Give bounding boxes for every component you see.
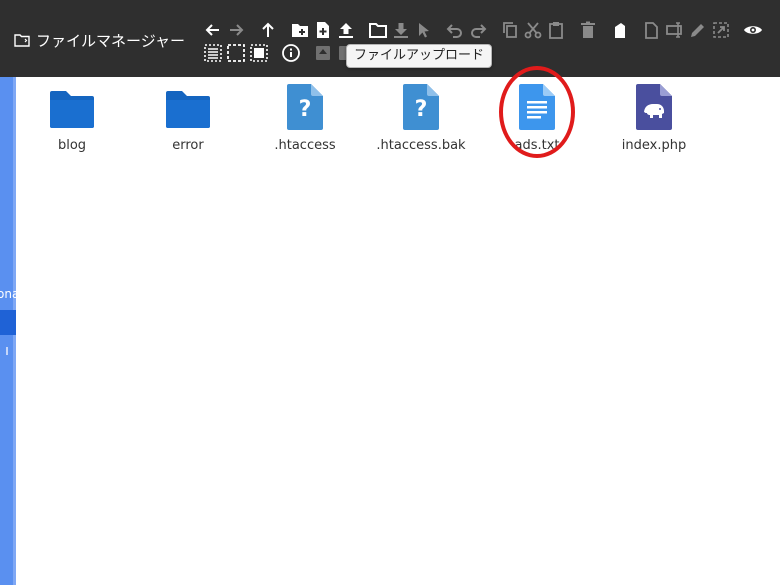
arrow-left-icon[interactable]	[203, 20, 223, 40]
select-none-icon[interactable]	[226, 43, 246, 63]
pencil-icon[interactable]	[688, 20, 708, 40]
file-name: index.php	[621, 138, 687, 153]
arrow-up-icon[interactable]	[258, 20, 278, 40]
php-file-icon	[636, 80, 672, 130]
toolbar: ファイルマネージャー ファイルアップロード	[0, 0, 780, 77]
app-title: ファイルマネージャー	[14, 29, 185, 51]
arrow-right-icon[interactable]	[226, 20, 246, 40]
upload-tooltip: ファイルアップロード	[346, 44, 493, 68]
scissors-icon[interactable]	[523, 20, 543, 40]
trash-icon[interactable]	[578, 20, 598, 40]
svg-text:?: ?	[299, 97, 312, 122]
folder-plus-icon[interactable]	[290, 20, 310, 40]
file-item-htaccess[interactable]: ? .htaccess	[250, 80, 360, 160]
file-item-blog[interactable]: blog	[17, 80, 127, 160]
duplicate-icon[interactable]	[642, 20, 662, 40]
clipboard-icon[interactable]	[546, 20, 566, 40]
app-title-label: ファイルマネージャー	[36, 31, 185, 50]
redo-icon[interactable]	[468, 20, 488, 40]
sidebar-label: ona	[0, 287, 16, 301]
file-name: .htaccess.bak	[376, 138, 466, 153]
file-item-htaccess-bak[interactable]: ? .htaccess.bak	[366, 80, 476, 160]
eye-icon[interactable]	[743, 20, 763, 40]
highlight-circle	[499, 66, 575, 158]
folder-icon	[48, 80, 96, 130]
sidebar-scroll-mark	[6, 347, 8, 355]
file-item-index-php[interactable]: index.php	[599, 80, 709, 160]
sidebar-active-item[interactable]	[0, 310, 16, 335]
unknown-file-icon: ?	[403, 80, 439, 130]
svg-text:?: ?	[415, 97, 428, 122]
copy-icon[interactable]	[500, 20, 520, 40]
invert-selection-icon[interactable]	[249, 43, 269, 63]
select-all-icon[interactable]	[203, 43, 223, 63]
resize-icon[interactable]	[711, 20, 731, 40]
cursor-icon[interactable]	[414, 20, 434, 40]
file-name: error	[172, 138, 204, 153]
folder-open-icon[interactable]	[368, 20, 388, 40]
file-name: blog	[57, 138, 87, 153]
download-icon[interactable]	[391, 20, 411, 40]
file-plus-icon[interactable]	[313, 20, 333, 40]
file-item-error[interactable]: error	[133, 80, 243, 160]
archive-icon[interactable]	[313, 43, 333, 63]
eraser-icon[interactable]	[610, 20, 630, 40]
undo-icon[interactable]	[445, 20, 465, 40]
sidebar[interactable]: ona	[0, 77, 16, 585]
folder-icon	[164, 80, 212, 130]
folder-outline-icon	[14, 33, 30, 47]
info-icon[interactable]	[281, 43, 301, 63]
unknown-file-icon: ?	[287, 80, 323, 130]
upload-icon[interactable]	[336, 20, 356, 40]
rename-icon[interactable]	[665, 20, 685, 40]
file-name: .htaccess	[274, 138, 336, 153]
